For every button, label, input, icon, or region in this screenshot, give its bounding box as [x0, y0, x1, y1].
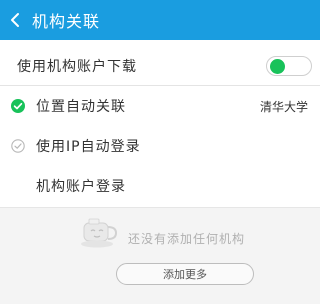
account-download-label: 使用机构账户下载: [17, 58, 137, 75]
linked-institution-value: 清华大学: [259, 99, 308, 114]
empty-cup-icon: [81, 218, 118, 248]
back-button[interactable]: [0, 0, 30, 40]
chevron-left-icon: [11, 13, 19, 27]
setting-row-account-login[interactable]: 机构账户登录: [0, 166, 320, 206]
setting-row-account-download: 使用机构账户下载: [0, 46, 320, 86]
location-link-label: 位置自动关联: [36, 99, 126, 115]
app-header: 机构关联: [0, 0, 320, 40]
empty-message: 还没有添加任何机构: [128, 232, 246, 246]
setting-row-ip-login[interactable]: 使用IP自动登录: [0, 126, 320, 166]
empty-state: 还没有添加任何机构 添加更多: [0, 207, 320, 304]
check-circle-outline-icon: [11, 139, 25, 153]
account-download-toggle[interactable]: [266, 56, 312, 76]
check-circle-filled-icon: [11, 99, 25, 113]
add-more-button[interactable]: 添加更多: [116, 263, 254, 285]
toggle-knob: [270, 59, 285, 74]
ip-login-label: 使用IP自动登录: [36, 139, 141, 155]
account-login-label: 机构账户登录: [36, 179, 126, 195]
page-title: 机构关联: [32, 12, 101, 31]
setting-row-location-link[interactable]: 位置自动关联 清华大学: [0, 86, 320, 126]
